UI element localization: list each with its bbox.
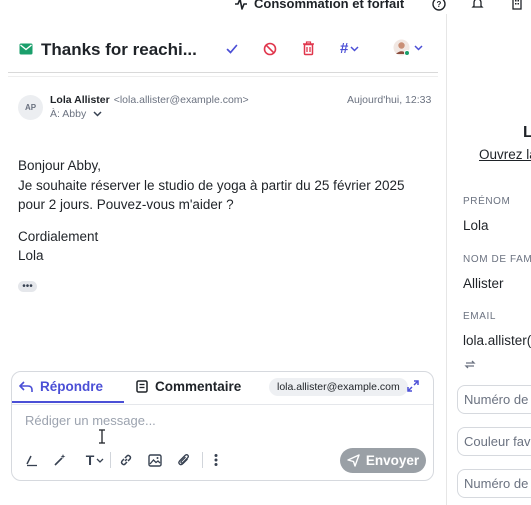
composer-divider [12,404,433,405]
tab-comment-label: Commentaire [155,379,242,394]
note-icon [136,380,148,393]
last-name-value[interactable]: Allister [463,276,504,291]
workspace-button[interactable] [511,0,525,10]
conversation-header: Thanks for reachi... # [0,36,445,66]
message-closing: Cordialement [18,228,99,244]
hashtag-icon: # [340,40,349,57]
sender-avatar: AP [18,95,43,120]
text-cursor-icon [99,429,105,444]
recipient-toggle[interactable]: À: Abby [50,108,102,120]
toolbar-divider [202,452,203,468]
help-button[interactable]: ? [432,0,446,11]
trash-icon[interactable] [302,41,315,56]
chevron-down-icon [96,458,104,463]
first-name-value[interactable]: Lola [463,218,489,233]
active-tab-indicator [12,401,124,403]
from-address-chip[interactable]: lola.allister@example.com [269,378,408,396]
usage-plan-button[interactable]: Consommation et forfait [234,0,404,11]
open-profile-link[interactable]: Ouvrez la [479,147,531,162]
recipient-label: À: Abby [50,108,87,120]
close-conversation-icon[interactable] [226,43,238,55]
bell-icon [471,0,484,8]
sender-email: <lola.allister@example.com> [113,94,249,106]
favorite-color-input[interactable]: Couleur fav [457,427,531,456]
block-icon[interactable] [263,42,277,56]
activity-icon [235,0,247,10]
show-more-button[interactable]: ••• [18,281,37,292]
reply-composer: Répondre Commentaire lola.allister@examp… [11,371,434,481]
svg-text:?: ? [437,0,442,9]
number-input[interactable]: Numéro de [457,469,531,498]
help-icon: ? [432,0,446,11]
send-label: Envoyer [365,453,420,468]
more-options-button[interactable] [206,451,226,469]
swap-icon[interactable] [464,359,476,370]
header-divider-shadow [8,76,438,77]
expand-icon[interactable] [407,380,419,392]
reply-icon [19,380,33,392]
message-sender: Lola Allister <lola.allister@example.com> [50,94,249,106]
tags-button[interactable]: # [340,40,359,57]
insert-link-button[interactable] [116,451,136,469]
message-timestamp: Aujourd'hui, 12:33 [347,94,432,106]
phone-input[interactable]: Numéro de [457,385,531,414]
send-button[interactable]: Envoyer [340,448,426,473]
signature-button[interactable] [22,451,42,469]
chevron-down-icon [93,111,102,117]
chevron-down-icon [414,44,423,51]
text-format-icon: T [85,452,95,468]
usage-plan-label: Consommation et forfait [254,0,405,11]
last-name-label: NOM DE FAM [463,254,531,265]
email-label: EMAIL [463,311,497,322]
message-input[interactable]: Rédiger un message... [25,413,156,428]
insert-image-button[interactable] [145,451,165,469]
signature-icon [26,455,37,467]
image-icon [148,453,162,467]
ai-assist-button[interactable] [50,451,70,469]
top-bar: Consommation et forfait ? [0,0,531,14]
contact-name-initial: L [523,124,531,142]
first-name-label: PRÉNOM [463,196,511,207]
assignee-avatar [393,39,410,56]
email-channel-icon [19,43,33,55]
paperclip-icon [178,454,189,466]
tab-reply[interactable]: Répondre [19,379,103,394]
attach-file-button[interactable] [174,451,194,469]
header-divider [8,72,438,73]
notifications-button[interactable] [471,0,484,10]
chevron-down-icon [350,45,359,52]
magic-wand-icon [54,454,66,466]
send-icon [347,454,360,467]
building-icon [512,0,522,10]
message-text: Je souhaite réserver le studio de yoga à… [18,177,405,213]
message-body: Bonjour Abby, Je souhaite réserver le st… [18,156,418,266]
message-greeting: Bonjour Abby, [18,158,102,173]
link-icon [120,454,132,466]
toolbar-divider [110,452,111,468]
email-value[interactable]: lola.allister( [463,333,531,348]
assignee-button[interactable] [393,39,423,56]
tab-reply-label: Répondre [40,379,104,394]
sender-name: Lola Allister [50,94,110,106]
conversation-title: Thanks for reachi... [41,40,197,59]
more-vertical-icon [214,454,218,466]
text-format-button[interactable]: T [82,451,108,469]
contact-sidebar: L Ouvrez la PRÉNOM Lola NOM DE FAM Allis… [446,14,531,505]
message-signature: Lola [18,248,44,263]
tab-comment[interactable]: Commentaire [136,379,241,394]
